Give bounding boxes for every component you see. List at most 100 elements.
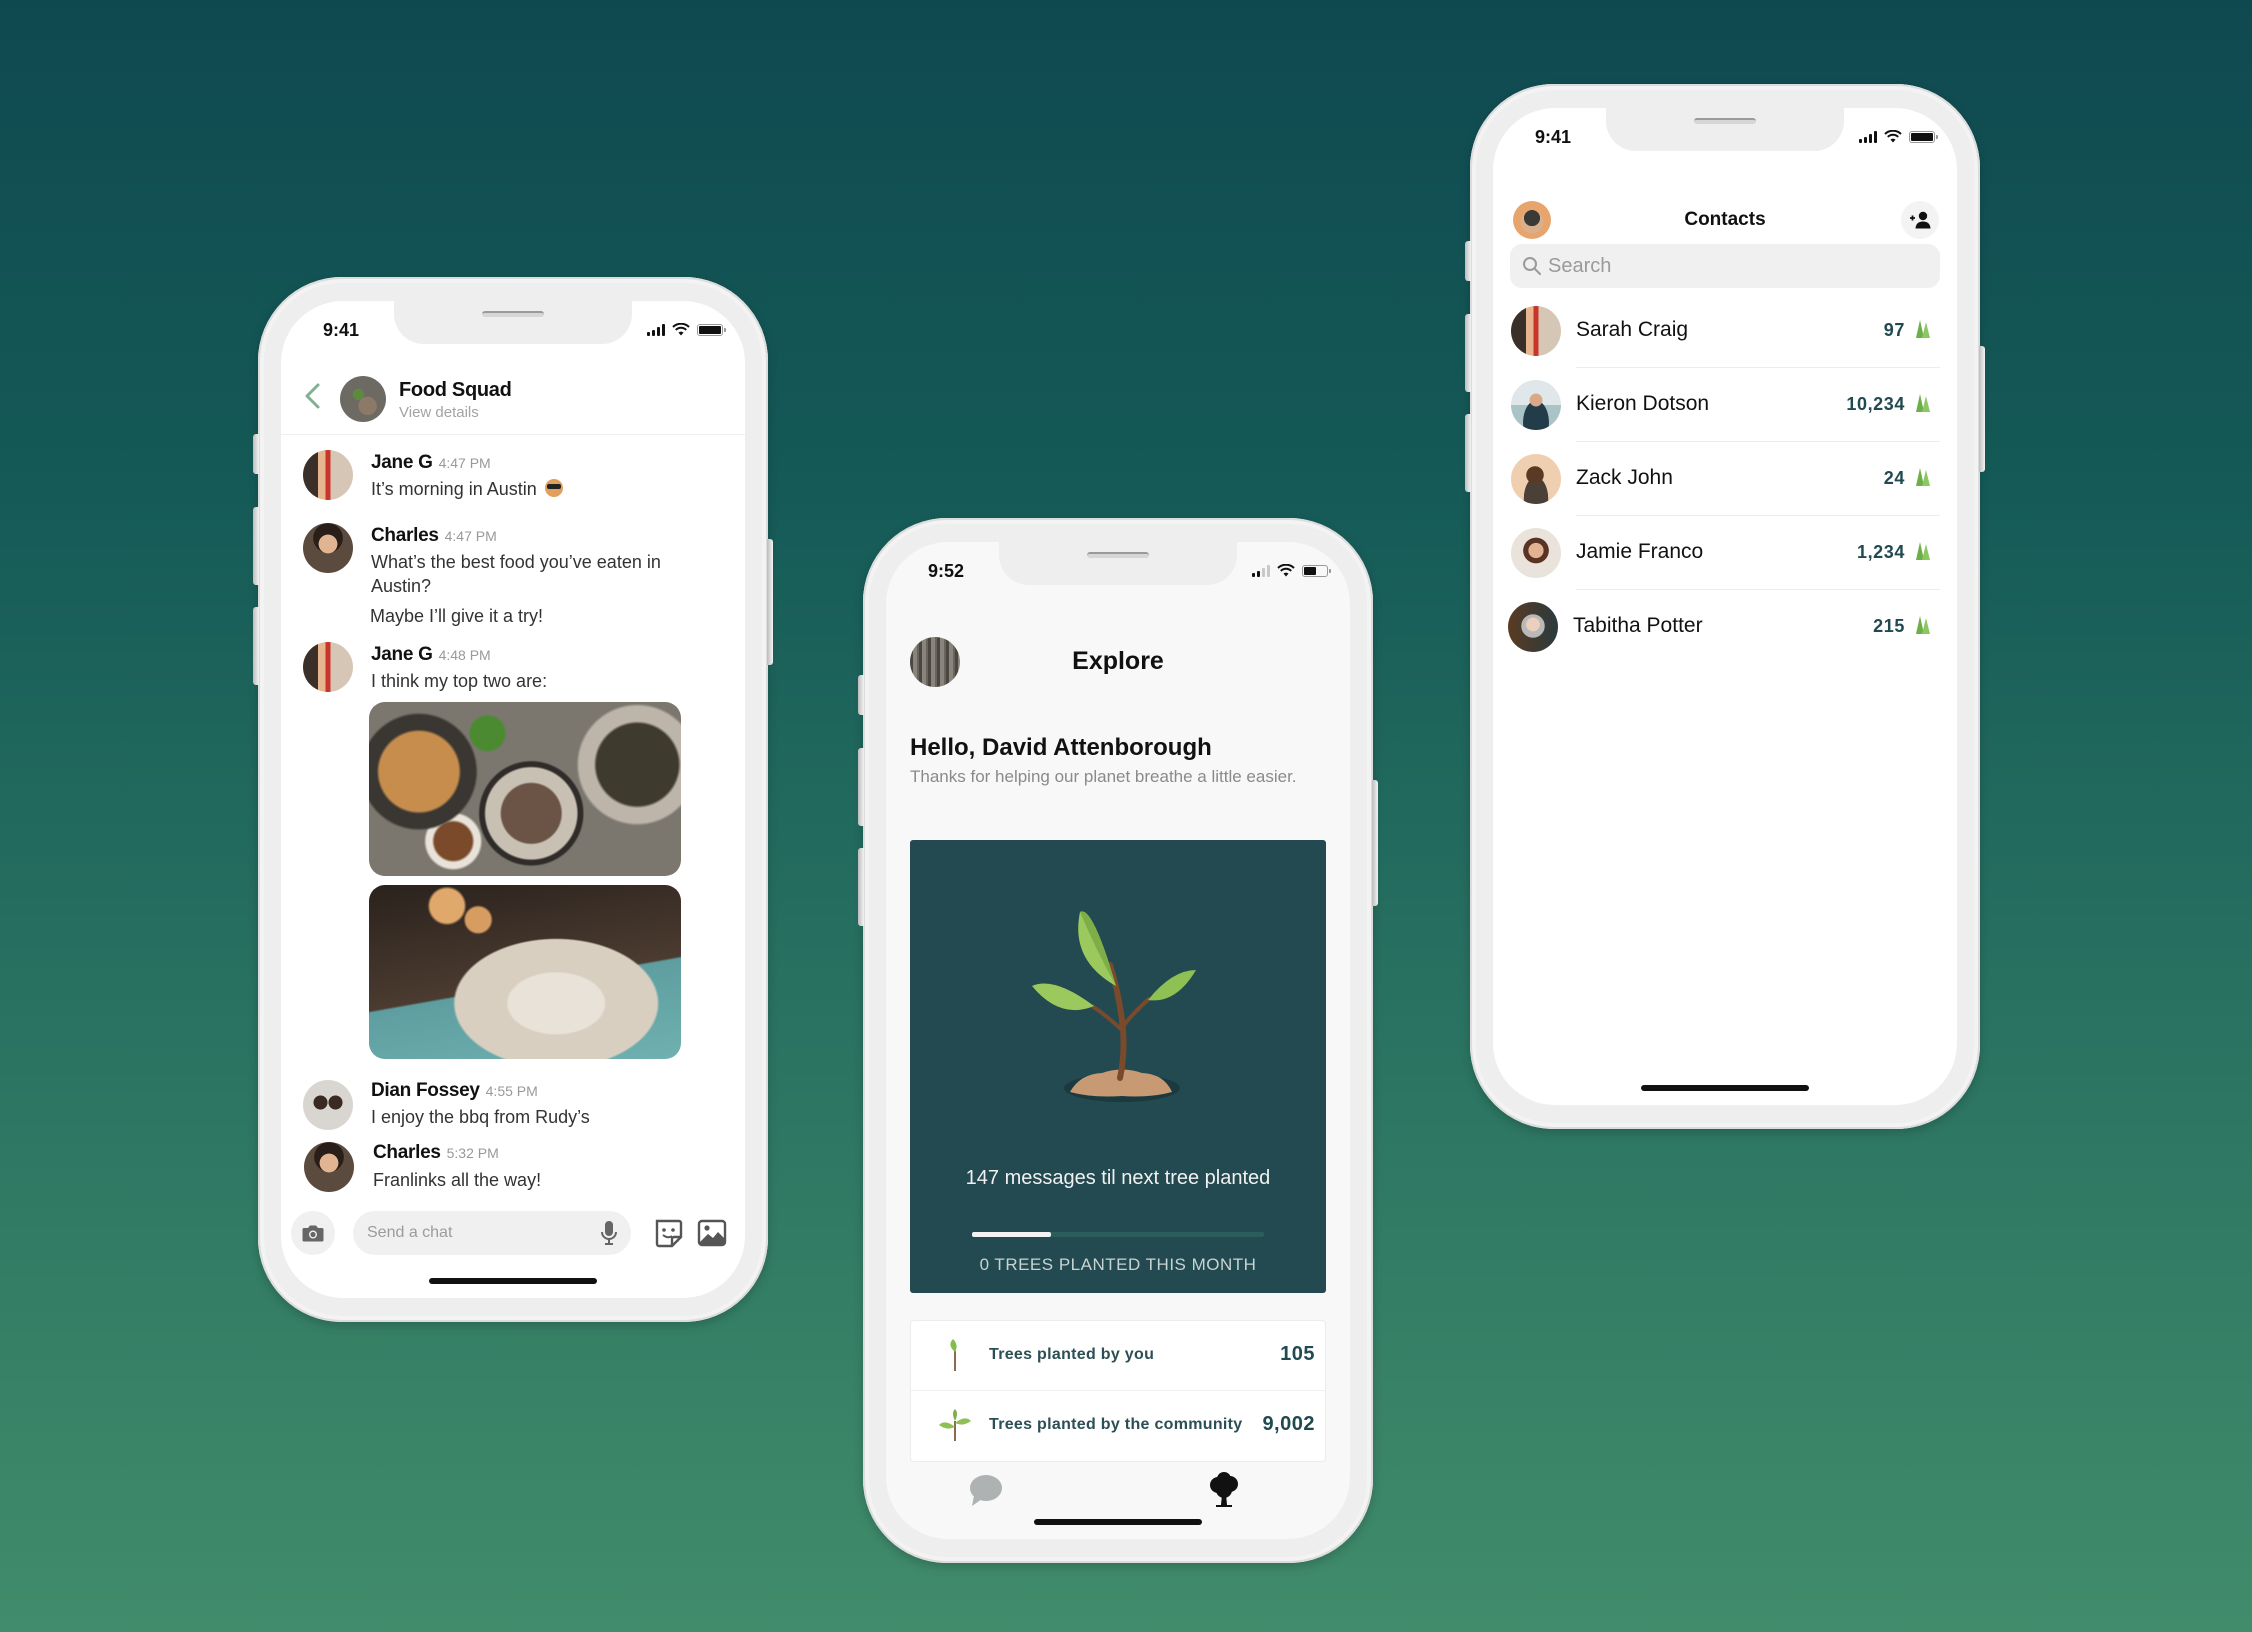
tree-progress-fill — [972, 1232, 1051, 1237]
page-title: Contacts — [1684, 209, 1766, 230]
tab-chats-chat-bubble-icon[interactable] — [966, 1472, 1006, 1512]
volume-down-button — [1465, 414, 1471, 492]
chat-message-input[interactable] — [353, 1211, 631, 1255]
wifi-icon — [1884, 130, 1902, 143]
explore-screen: 9:52 Explore Hello, David Attenborough T… — [886, 542, 1350, 1539]
sticker-icon[interactable] — [653, 1218, 683, 1248]
chat-screen: 9:41 Food Squad View details Jane G 4:47 … — [281, 301, 745, 1298]
mute-switch — [253, 434, 259, 474]
sunglasses-emoji-icon — [544, 479, 563, 497]
home-indicator[interactable] — [429, 1278, 597, 1284]
group-avatar[interactable] — [340, 376, 386, 422]
trees-icon — [1916, 320, 1930, 338]
signal-icon — [647, 323, 665, 336]
status-time: 9:41 — [1535, 127, 1572, 147]
message-time: 4:47 PM — [438, 455, 491, 471]
contact-tree-count: 24 — [1883, 468, 1905, 488]
message-time: 4:47 PM — [444, 528, 497, 544]
contact-tree-count: 1,234 — [1856, 542, 1905, 562]
contact-avatar — [1511, 306, 1561, 356]
message-text: It’s morning in Austin — [371, 477, 701, 501]
trees-icon — [1916, 468, 1930, 486]
group-name: Food Squad — [399, 379, 512, 401]
contact-avatar — [1511, 380, 1561, 430]
food-photo-plates[interactable] — [369, 702, 681, 876]
mute-switch — [858, 675, 864, 715]
stat-row-community: Trees planted by the community 9,002 — [911, 1391, 1325, 1461]
status-time: 9:52 — [928, 561, 965, 581]
greeting-subtitle: Thanks for helping our planet breathe a … — [910, 767, 1297, 786]
seedling-icon — [939, 1409, 971, 1441]
signal-icon — [1859, 130, 1877, 143]
message-text: I enjoy the bbq from Rudy’s — [371, 1107, 590, 1127]
status-bar: 9:41 — [1493, 108, 1957, 166]
volume-down-button — [858, 848, 864, 926]
contact-tree-count: 97 — [1883, 320, 1905, 340]
sender-name: Jane G 4:48 PM — [371, 644, 491, 665]
tree-progress-bar — [972, 1232, 1264, 1237]
power-button — [1372, 780, 1378, 906]
message-text: What’s the best food you’ve eaten in Aus… — [371, 552, 661, 596]
message-time: 4:55 PM — [485, 1083, 538, 1099]
contact-avatar — [1511, 528, 1561, 578]
contact-row[interactable]: Jamie Franco 1,234 — [1493, 516, 1957, 590]
sender-name: Dian Fossey 4:55 PM — [371, 1080, 538, 1101]
back-arrow-icon[interactable] — [301, 381, 325, 411]
contact-name: Sarah Craig — [1576, 318, 1689, 341]
gallery-icon[interactable] — [697, 1218, 727, 1248]
view-details-link[interactable]: View details — [399, 404, 479, 421]
contact-row[interactable]: Tabitha Potter 215 — [1493, 590, 1957, 664]
contact-row[interactable]: Zack John 24 — [1493, 442, 1957, 516]
volume-up-button — [858, 748, 864, 826]
tree-progress-card: 147 messages til next tree planted 0 TRE… — [910, 840, 1326, 1293]
battery-icon — [1909, 130, 1938, 143]
tab-bar — [886, 1462, 1350, 1522]
contact-name: Zack John — [1576, 466, 1673, 489]
message-time: 4:48 PM — [438, 647, 491, 663]
food-photo-grilled-corn[interactable] — [369, 885, 681, 1059]
stat-value: 105 — [1280, 1343, 1315, 1365]
avatar-jane-g — [303, 642, 353, 692]
status-icons — [1252, 564, 1331, 577]
home-indicator[interactable] — [1641, 1085, 1809, 1091]
sapling-illustration-icon — [1032, 911, 1196, 1102]
trees-icon — [1916, 616, 1930, 634]
home-indicator[interactable] — [1034, 1519, 1202, 1525]
add-person-icon — [1910, 211, 1931, 229]
greeting-heading: Hello, David Attenborough — [910, 734, 1212, 761]
battery-icon — [697, 323, 726, 336]
contact-tree-count: 10,234 — [1846, 394, 1905, 414]
signal-icon — [1252, 564, 1270, 577]
status-time: 9:41 — [323, 320, 360, 340]
message-composer — [281, 1208, 745, 1258]
camera-button[interactable] — [291, 1211, 335, 1255]
stat-value: 9,002 — [1262, 1413, 1315, 1435]
tab-explore-tree-icon[interactable] — [1204, 1472, 1244, 1512]
contact-name: Tabitha Potter — [1573, 614, 1703, 637]
tree-stats: Trees planted by you 105 Trees planted b… — [910, 1320, 1326, 1462]
stat-label: Trees planted by the community — [989, 1416, 1243, 1433]
power-button — [1979, 346, 1985, 472]
sender-name: Jane G 4:47 PM — [371, 452, 491, 473]
status-bar: 9:41 — [281, 301, 745, 359]
contacts-screen: 9:41 Contacts Sarah Craig 97 — [1493, 108, 1957, 1105]
battery-icon — [1302, 564, 1331, 577]
wifi-icon — [1277, 564, 1295, 577]
contact-tree-count: 215 — [1873, 616, 1905, 636]
avatar-jane-g — [303, 450, 353, 500]
microphone-icon[interactable] — [599, 1220, 619, 1246]
add-contact-button[interactable] — [1901, 201, 1939, 239]
page-title: Explore — [1072, 647, 1164, 675]
phone-explore: 9:52 Explore Hello, David Attenborough T… — [858, 518, 1378, 1563]
search-input[interactable] — [1548, 244, 1930, 288]
message-text: I think my top two are: — [371, 671, 548, 691]
contact-row[interactable]: Kieron Dotson 10,234 — [1493, 368, 1957, 442]
sender-name: Charles 5:32 PM — [373, 1142, 499, 1163]
sender-name: Charles 4:47 PM — [371, 525, 497, 546]
volume-up-button — [253, 507, 259, 585]
phone-contacts: 9:41 Contacts Sarah Craig 97 — [1465, 84, 1985, 1129]
search-box — [1510, 244, 1940, 288]
contact-row[interactable]: Sarah Craig 97 — [1493, 294, 1957, 368]
phone-chat: 9:41 Food Squad View details Jane G 4:47 … — [253, 277, 773, 1322]
contact-avatar — [1511, 454, 1561, 504]
